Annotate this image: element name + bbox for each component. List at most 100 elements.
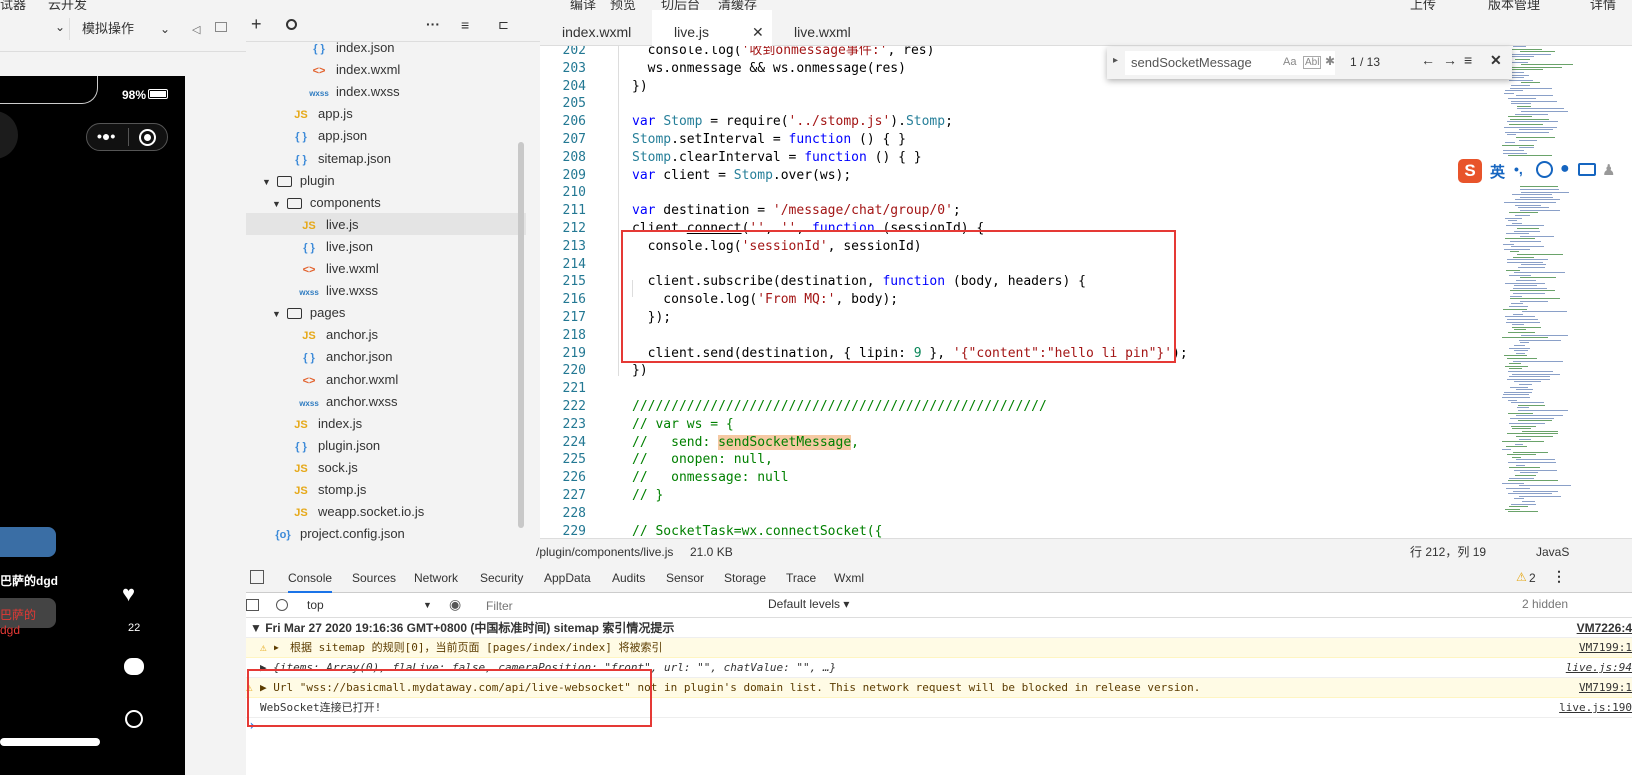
find-in-selection-icon[interactable]: ≡ [1464,52,1472,68]
console-source-link[interactable]: live.js:94 [1566,658,1632,677]
chevron-down-icon[interactable]: ▼ [272,199,281,209]
tree-item[interactable]: wxss live.wxss [298,279,378,302]
chevron-down-icon[interactable]: ▼ [262,177,271,187]
tab-audits[interactable]: Audits [612,564,645,593]
ime-lang[interactable]: 英 [1490,161,1505,182]
chevron-down-icon[interactable]: ▼ [272,309,281,319]
tab-live-wxml[interactable]: live.wxml [772,10,888,46]
tab-network[interactable]: Network [414,564,458,593]
tree-item[interactable]: { } sitemap.json [290,147,391,170]
toggle-replace-icon[interactable]: ▸ [1113,55,1118,66]
blue-button[interactable] [0,527,56,557]
mic-icon[interactable]: ● [1560,160,1570,178]
toolbar-compile[interactable]: 编译 [570,0,596,10]
whole-word-icon[interactable]: Abl [1303,56,1322,69]
volume-icon[interactable]: ◁ [192,23,200,36]
comment-icon[interactable] [124,658,144,675]
log-levels-select[interactable]: Default levels ▾ [768,597,849,611]
toolbar-details[interactable]: 详情 [1590,0,1616,10]
collapse-icon[interactable]: ⊏ [498,17,509,33]
tab-appdata[interactable]: AppData [544,564,591,593]
more-vertical-icon[interactable]: ⋮ [1552,568,1566,585]
capsule-menu[interactable]: •●• [86,123,168,151]
tree-item[interactable]: JS app.js [290,102,352,125]
tree-item[interactable]: JS stomp.js [290,478,366,501]
user-icon[interactable]: ♟ [1602,161,1615,179]
console-source-link[interactable]: VM7199:1 [1579,678,1632,697]
next-match-icon[interactable]: → [1443,52,1457,68]
mode-select[interactable]: 模拟操作 ⌄ [82,18,174,40]
heart-icon[interactable]: ♥ [122,581,135,607]
tree-item[interactable]: <> live.wxml [298,257,379,280]
console-row[interactable]: ⚠ ▶ Url "wss://basicmall.mydataway.com/ap… [246,678,1632,698]
add-icon[interactable]: + [251,14,262,35]
tree-item[interactable]: JS anchor.js [298,323,378,346]
tree-item[interactable]: <> anchor.wxml [298,368,399,391]
more-icon[interactable]: •●• [97,128,115,144]
tree-item[interactable]: { } anchor.json [298,345,392,368]
console-row[interactable]: ▶ {items: Array(0), flaLive: false, came… [246,658,1632,678]
cursor-position[interactable]: 行 212，列 19 [1410,539,1486,565]
tree-item[interactable]: JS index.js [290,412,362,435]
close-mini-icon[interactable] [139,129,156,146]
punctuation-icon[interactable]: •, [1514,161,1523,177]
keyboard-icon[interactable] [1578,163,1596,176]
close-icon[interactable]: ✕ [1490,52,1502,69]
tree-item[interactable]: <> index.wxml [308,58,401,81]
console-filter-input[interactable] [480,597,760,614]
tree-item[interactable]: JS live.js [298,213,358,236]
tree-item[interactable]: { } live.json [298,235,373,258]
toolbar-clear-cache[interactable]: 清缓存 [718,0,757,10]
console-row[interactable]: ⚠ ▶ 根据 sitemap 的规则[0]，当前页面 [pages/index/in… [246,638,1632,658]
console-source-link[interactable]: VM7199:1 [1579,638,1632,657]
tree-item[interactable]: ▼ plugin [262,169,335,192]
regex-icon[interactable]: ✱ [1325,54,1335,68]
tree-item[interactable]: ▼ components [272,191,381,214]
sort-icon[interactable]: ≡ [461,17,469,33]
tree-item[interactable]: JS sock.js [290,456,357,479]
window-icon[interactable] [215,22,227,32]
tab-security[interactable]: Security [480,564,523,593]
toolbar-background[interactable]: 切后台 [661,0,700,10]
tree-item[interactable]: wxss index.wxss [308,80,399,103]
tree-item[interactable]: { } app.json [290,124,367,147]
console-row[interactable]: WebSocket连接已打开! live.js:190 [246,698,1632,718]
tree-item[interactable]: ▼ pages [272,301,345,324]
toolbar-version[interactable]: 版本管理 [1488,0,1540,10]
tree-item[interactable]: JS weapp.socket.io.js [290,500,424,523]
toolbar-upload[interactable]: 上传 [1410,0,1436,10]
eye-icon[interactable]: ◉ [449,596,461,613]
context-select[interactable]: top ▼ [301,596,435,615]
more-icon[interactable]: ··· [426,16,440,32]
match-case-icon[interactable]: Aa [1283,56,1296,68]
inspect-icon[interactable] [250,570,264,584]
search-icon[interactable] [286,19,297,30]
toolbar-preview[interactable]: 预览 [610,0,636,10]
console-prompt[interactable]: › [248,718,256,734]
clear-console-icon[interactable] [276,599,288,611]
previous-match-icon[interactable]: ← [1421,52,1435,68]
console-row[interactable]: ▼ Fri Mar 27 2020 19:16:36 GMT+0800 (中国标… [246,618,1632,638]
avatar[interactable] [0,111,18,159]
tab-index-wxml[interactable]: index.wxml [540,10,652,46]
expand-icon[interactable]: ▶ [274,638,279,657]
minimap[interactable] [1502,46,1632,538]
emoji-icon[interactable] [1536,161,1553,178]
tab-storage[interactable]: Storage [724,564,766,593]
tab-wxml[interactable]: Wxml [834,564,864,593]
sidebar-toggle-icon[interactable] [246,599,259,611]
tree-item[interactable]: wxss anchor.wxss [298,390,397,413]
console-source-link[interactable]: live.js:190 [1559,698,1632,717]
tab-trace[interactable]: Trace [786,564,816,593]
tab-live-js[interactable]: live.js ✕ [652,10,772,46]
tab-sources[interactable]: Sources [352,564,396,593]
code-editor[interactable]: console.log('收到onmessage事件:', res) ws.on… [540,46,1632,538]
language-mode[interactable]: JavaS [1536,539,1569,565]
tab-sensor[interactable]: Sensor [666,564,704,593]
user-icon[interactable] [125,710,143,728]
tree-scrollbar[interactable] [518,142,524,528]
toolbar-cloud[interactable]: 云开发 [48,0,87,10]
tab-console[interactable]: Console [288,564,333,593]
console-source-link[interactable]: VM7226:4 [1577,618,1632,637]
device-select[interactable]: ⌄ [0,18,70,40]
